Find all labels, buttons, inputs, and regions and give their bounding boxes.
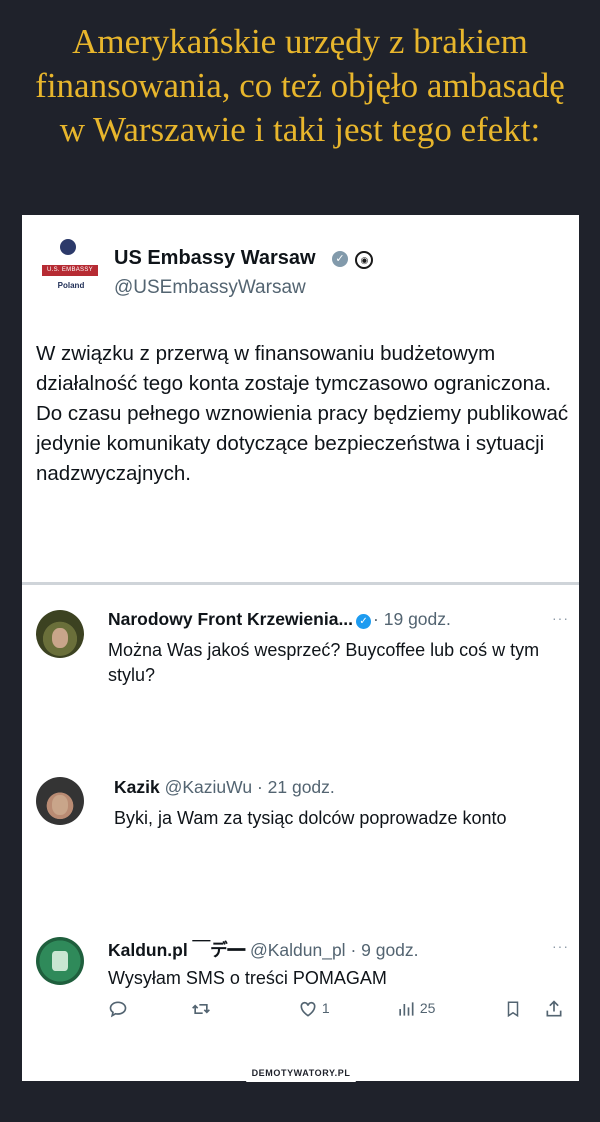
retweet-button[interactable] bbox=[190, 995, 212, 1021]
bookmark-icon bbox=[507, 1001, 519, 1018]
reply-button[interactable] bbox=[108, 995, 128, 1021]
avatar[interactable] bbox=[36, 610, 84, 658]
reply-text: Można Was jakoś wesprzeć? Buycoffee lub … bbox=[108, 640, 540, 685]
more-options-icon[interactable]: ··· bbox=[552, 610, 569, 626]
reply-text: Byki, ja Wam za tysiąc dolców poprowadze… bbox=[114, 808, 507, 828]
watermark[interactable]: DEMOTYWATORY.PL bbox=[239, 1064, 363, 1082]
like-icon bbox=[300, 1002, 316, 1017]
share-icon bbox=[546, 1000, 562, 1017]
reply-handle[interactable]: @KaziuWu bbox=[165, 777, 252, 797]
like-button[interactable]: 1 bbox=[298, 995, 330, 1021]
embassy-header: U.S. EMBASSY Poland US Embassy Warsaw ✓ … bbox=[36, 237, 566, 307]
face-icon bbox=[52, 628, 68, 648]
share-button[interactable] bbox=[544, 995, 564, 1021]
reply-time[interactable]: · 9 godz. bbox=[350, 940, 418, 960]
badges: ✓ ◉ bbox=[332, 251, 374, 269]
eagle-seal-icon bbox=[60, 239, 76, 255]
avatar[interactable] bbox=[36, 777, 84, 825]
reply-handle[interactable]: @Kaldun_pl bbox=[250, 940, 346, 960]
embassy-name[interactable]: US Embassy Warsaw bbox=[114, 247, 316, 270]
retweet-icon bbox=[192, 1004, 210, 1015]
like-count: 1 bbox=[321, 1000, 330, 1016]
views-count: 25 bbox=[419, 1000, 436, 1016]
tweet-actions: 1 25 bbox=[108, 995, 568, 1021]
reply-author[interactable]: Kazik bbox=[114, 777, 160, 797]
screenshot-card: U.S. EMBASSY Poland US Embassy Warsaw ✓ … bbox=[22, 215, 579, 1081]
reply-header: Kaldun.pl ￣デ━ @Kaldun_pl · 9 godz. bbox=[108, 937, 419, 962]
seal-label: U.S. EMBASSY bbox=[42, 265, 98, 276]
reply-icon bbox=[109, 1001, 127, 1018]
views-button[interactable]: 25 bbox=[396, 995, 435, 1021]
avatar[interactable] bbox=[36, 937, 84, 985]
views-icon bbox=[399, 1002, 414, 1016]
reply-time[interactable]: · 19 godz. bbox=[373, 609, 451, 629]
bookmark-button[interactable] bbox=[504, 995, 522, 1021]
face-icon bbox=[52, 795, 68, 815]
embassy-handle[interactable]: @USEmbassyWarsaw bbox=[114, 277, 306, 299]
embassy-avatar[interactable]: U.S. EMBASSY Poland bbox=[40, 237, 102, 301]
reply-author[interactable]: Narodowy Front Krzewienia... bbox=[108, 609, 353, 629]
verified-gray-icon: ✓ bbox=[332, 251, 348, 267]
embassy-tweet-text: W związku z przerwą w finansowaniu budże… bbox=[36, 342, 569, 485]
divider bbox=[22, 582, 579, 585]
government-icon: ◉ bbox=[355, 251, 374, 269]
headline: Amerykańskie urzędy z brakiem finansowan… bbox=[35, 22, 565, 149]
reply-header: Narodowy Front Krzewienia... ✓ · 19 godz. bbox=[108, 609, 451, 630]
verified-icon: ✓ bbox=[356, 614, 372, 629]
seal-country: Poland bbox=[57, 281, 85, 290]
reply-text: Wysyłam SMS o treści POMAGAM bbox=[108, 968, 387, 988]
reply-time[interactable]: · 21 godz. bbox=[257, 777, 335, 797]
reply-header: Kazik @KaziuWu · 21 godz. bbox=[114, 777, 335, 798]
mascot-icon bbox=[52, 951, 68, 971]
reply-author[interactable]: Kaldun.pl ￣デ━ bbox=[108, 940, 245, 960]
more-options-icon[interactable]: ··· bbox=[552, 938, 569, 954]
